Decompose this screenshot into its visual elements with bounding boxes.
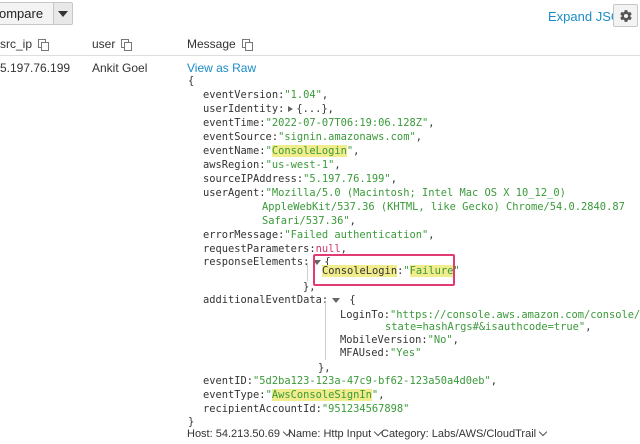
json-string-highlighted: AwsConsoleSignIn [271, 389, 372, 401]
gear-icon [619, 9, 632, 22]
json-line-recipient-account-id: recipientAccountId:"951234567898" [203, 402, 409, 416]
json-key: sourceIPAddress: [203, 173, 304, 185]
json-string: "1.04" [284, 89, 322, 101]
json-quote: " [265, 389, 272, 401]
json-line-event-version: eventVersion:"1.04", [203, 89, 329, 101]
json-string: "5.197.76.199" [303, 173, 391, 185]
json-key: responseElements: [203, 256, 310, 268]
column-header-message: Message [187, 37, 253, 51]
json-login-to-cont: state=hashArgs#&isauthcode=true", [385, 321, 592, 333]
footer-host-label: Host: 54.213.50.69 [187, 428, 280, 440]
json-string: "951234567898" [321, 403, 410, 415]
json-line-source-ip: sourceIPAddress:"5.197.76.199", [203, 173, 397, 185]
column-header-user: user [92, 37, 133, 51]
footer-name-label: Name: Http Input [288, 428, 372, 440]
json-string: "us-west-1" [265, 159, 335, 171]
highlight-box [313, 254, 455, 286]
json-line-error-message: errorMessage:"Failed authentication", [203, 229, 435, 241]
json-string: "Failed authentication" [284, 229, 429, 241]
json-line-aws-region: awsRegion:"us-west-1", [203, 159, 341, 171]
json-string: "2022-07-07T06:19:06.128Z" [265, 117, 429, 129]
json-string: "Mozilla/5.0 (Macintosh; Intel Mac OS X … [265, 187, 566, 199]
json-line-event-source: eventSource:"signin.amazonaws.com", [203, 131, 422, 143]
src-ip-cell: 5.197.76.199 [0, 61, 71, 75]
copy-icon[interactable] [241, 39, 253, 51]
column-header-src-ip: src_ip [0, 37, 50, 51]
json-collapsed-value: {...}, [296, 103, 334, 115]
json-line-mfa-used: MFAUsed:"Yes" [340, 346, 421, 360]
json-key: errorMessage: [203, 229, 285, 241]
json-indent-guide [307, 263, 308, 281]
json-quote: " [371, 389, 379, 401]
footer-name[interactable]: Name: Http Input [288, 427, 383, 440]
json-string: Safari/537.36" [262, 215, 350, 227]
json-key: additionalEventData: [203, 294, 329, 306]
json-line-event-type: eventType:"AwsConsoleSignIn", [203, 389, 385, 401]
json-open-brace: { [188, 75, 195, 87]
json-quote: " [346, 145, 354, 157]
json-key: eventSource: [203, 131, 279, 143]
json-string-highlighted: ConsoleLogin [271, 145, 347, 157]
json-close-brace: } [188, 416, 195, 428]
json-line-mobile-version: MobileVersion:"No", [340, 334, 459, 346]
column-header-src-ip-label: src_ip [0, 37, 33, 51]
json-user-agent-cont-2: Safari/537.36", [262, 215, 356, 227]
json-line-additional-event-data[interactable]: additionalEventData: { [203, 293, 356, 307]
json-line-event-name: eventName:"ConsoleLogin", [203, 145, 360, 157]
header-divider [0, 55, 640, 56]
json-indent-guide [325, 302, 326, 360]
footer-category-label: Category: Labs/AWS/CloudTrail [381, 428, 537, 440]
json-line-user-agent: userAgent:"Mozilla/5.0 (Macintosh; Intel… [203, 186, 566, 200]
compare-button[interactable]: ompare [0, 2, 53, 25]
json-key: MFAUsed: [340, 347, 391, 359]
expand-triangle-icon[interactable] [288, 106, 294, 112]
caret-down-icon [58, 10, 68, 17]
json-user-agent-cont-1: AppleWebKit/537.36 (KHTML, like Gecko) C… [262, 201, 625, 213]
column-header-user-label: user [92, 37, 116, 51]
json-string: state=hashArgs#&isauthcode=true" [385, 321, 586, 333]
user-cell: Ankit Goel [92, 61, 148, 75]
json-line-response-elements[interactable]: responseElements:{ [203, 255, 331, 269]
json-key: eventVersion: [203, 89, 285, 101]
json-key: LoginTo: [340, 309, 391, 321]
footer-category[interactable]: Category: Labs/AWS/CloudTrail [381, 427, 548, 440]
compare-dropdown-button[interactable] [53, 2, 73, 25]
json-string: "Yes" [390, 347, 422, 359]
json-line-user-identity[interactable]: userIdentity: {...}, [203, 102, 334, 116]
chevron-down-icon [538, 427, 548, 437]
json-key: MobileVersion: [340, 334, 428, 346]
json-key: awsRegion: [203, 159, 266, 171]
json-quote: " [265, 145, 272, 157]
column-header-message-label: Message [187, 37, 236, 51]
json-key: userAgent: [203, 187, 266, 199]
json-inner-close-2: }, [318, 362, 331, 374]
settings-button[interactable] [613, 4, 638, 27]
footer-host[interactable]: Host: 54.213.50.69 [187, 427, 292, 440]
json-inner-close-1: }, [303, 281, 316, 293]
json-key: eventType: [203, 389, 266, 401]
json-key: eventID: [203, 375, 254, 387]
view-as-raw-link[interactable]: View as Raw [187, 61, 256, 75]
json-key: userIdentity: [203, 103, 285, 115]
json-brace: { [349, 294, 356, 306]
json-key: requestParameters: [203, 243, 316, 255]
json-line-event-time: eventTime:"2022-07-07T06:19:06.128Z", [203, 117, 435, 129]
copy-icon[interactable] [38, 39, 50, 51]
json-string: "signin.amazonaws.com" [278, 131, 416, 143]
collapse-triangle-icon[interactable] [332, 297, 341, 303]
json-string: "5d2ba123-123a-47c9-bf62-123a50a4d0eb" [253, 375, 491, 387]
json-key: recipientAccountId: [203, 403, 322, 415]
json-key: eventTime: [203, 117, 266, 129]
json-key: eventName: [203, 145, 266, 157]
copy-icon[interactable] [121, 39, 133, 51]
json-string: "No" [427, 334, 453, 346]
json-line-event-id: eventID:"5d2ba123-123a-47c9-bf62-123a50a… [203, 375, 498, 387]
